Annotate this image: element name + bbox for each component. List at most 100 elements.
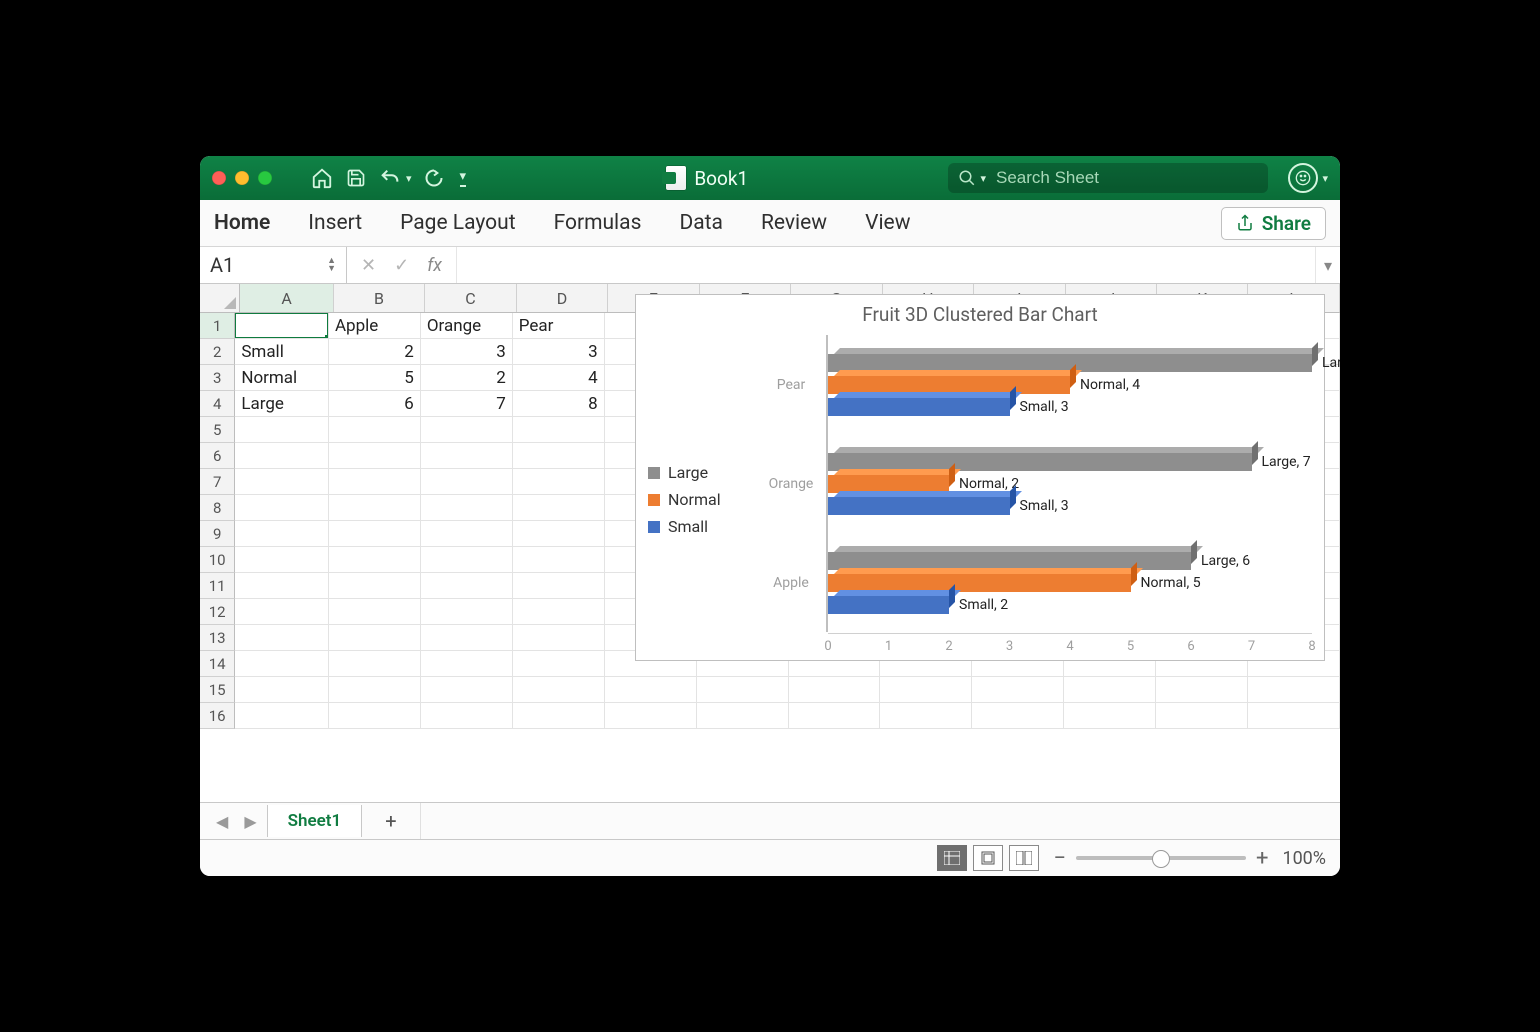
zoom-value[interactable]: 100% bbox=[1282, 848, 1326, 869]
row-header-2[interactable]: 2 bbox=[200, 339, 235, 365]
cell-B16[interactable] bbox=[329, 703, 421, 729]
row-header-11[interactable]: 11 bbox=[200, 573, 235, 599]
minimize-window-button[interactable] bbox=[235, 171, 249, 185]
cell-A6[interactable] bbox=[235, 443, 329, 469]
cell-E15[interactable] bbox=[605, 677, 697, 703]
name-box-stepper[interactable]: ▲▼ bbox=[327, 257, 336, 273]
cell-A2[interactable]: Small bbox=[235, 339, 329, 365]
cell-C10[interactable] bbox=[421, 547, 513, 573]
cell-C3[interactable]: 2 bbox=[421, 365, 513, 391]
cell-B5[interactable] bbox=[329, 417, 421, 443]
cell-C2[interactable]: 3 bbox=[421, 339, 513, 365]
cell-F15[interactable] bbox=[697, 677, 789, 703]
customize-qat-icon[interactable]: ▾ bbox=[460, 169, 467, 187]
row-header-13[interactable]: 13 bbox=[200, 625, 235, 651]
cell-B9[interactable] bbox=[329, 521, 421, 547]
cell-C15[interactable] bbox=[421, 677, 513, 703]
cell-C11[interactable] bbox=[421, 573, 513, 599]
zoom-slider-thumb[interactable] bbox=[1152, 850, 1170, 868]
cell-B11[interactable] bbox=[329, 573, 421, 599]
row-header-8[interactable]: 8 bbox=[200, 495, 235, 521]
cell-B1[interactable]: Apple bbox=[329, 313, 421, 339]
cell-A15[interactable] bbox=[235, 677, 329, 703]
zoom-slider[interactable] bbox=[1076, 856, 1246, 860]
cancel-formula-icon[interactable]: ✕ bbox=[361, 255, 376, 276]
col-header-B[interactable]: B bbox=[334, 284, 425, 312]
tab-formulas[interactable]: Formulas bbox=[554, 211, 642, 235]
cell-C5[interactable] bbox=[421, 417, 513, 443]
cell-A12[interactable] bbox=[235, 599, 329, 625]
cell-D6[interactable] bbox=[513, 443, 605, 469]
cell-L15[interactable] bbox=[1248, 677, 1340, 703]
cell-D7[interactable] bbox=[513, 469, 605, 495]
row-header-1[interactable]: 1 bbox=[200, 313, 235, 339]
cell-B4[interactable]: 6 bbox=[329, 391, 421, 417]
cell-D1[interactable]: Pear bbox=[513, 313, 605, 339]
row-header-7[interactable]: 7 bbox=[200, 469, 235, 495]
row-header-6[interactable]: 6 bbox=[200, 443, 235, 469]
cell-A3[interactable]: Normal bbox=[235, 365, 329, 391]
cell-D16[interactable] bbox=[513, 703, 605, 729]
cell-H16[interactable] bbox=[880, 703, 972, 729]
cell-D5[interactable] bbox=[513, 417, 605, 443]
cell-C13[interactable] bbox=[421, 625, 513, 651]
cell-A9[interactable] bbox=[235, 521, 329, 547]
cell-B8[interactable] bbox=[329, 495, 421, 521]
cell-A11[interactable] bbox=[235, 573, 329, 599]
tab-view[interactable]: View bbox=[865, 211, 910, 235]
add-sheet-button[interactable]: + bbox=[366, 802, 415, 840]
cell-B10[interactable] bbox=[329, 547, 421, 573]
share-button[interactable]: Share bbox=[1221, 207, 1326, 240]
cell-D3[interactable]: 4 bbox=[513, 365, 605, 391]
undo-dropdown-icon[interactable]: ▾ bbox=[406, 172, 412, 185]
cell-A5[interactable] bbox=[235, 417, 329, 443]
cell-B6[interactable] bbox=[329, 443, 421, 469]
cell-E16[interactable] bbox=[605, 703, 697, 729]
cell-A14[interactable] bbox=[235, 651, 329, 677]
cell-A8[interactable] bbox=[235, 495, 329, 521]
view-normal-icon[interactable] bbox=[937, 845, 967, 871]
cell-C16[interactable] bbox=[421, 703, 513, 729]
cell-D11[interactable] bbox=[513, 573, 605, 599]
search-dropdown-icon[interactable]: ▾ bbox=[980, 172, 986, 185]
cell-I16[interactable] bbox=[972, 703, 1064, 729]
sheet-nav-prev-icon[interactable]: ◀ bbox=[210, 808, 234, 835]
save-icon[interactable] bbox=[344, 166, 368, 190]
cell-K16[interactable] bbox=[1156, 703, 1248, 729]
select-all-corner[interactable] bbox=[200, 284, 240, 312]
cell-B15[interactable] bbox=[329, 677, 421, 703]
row-header-14[interactable]: 14 bbox=[200, 651, 235, 677]
cell-L16[interactable] bbox=[1248, 703, 1340, 729]
cell-C6[interactable] bbox=[421, 443, 513, 469]
cell-D12[interactable] bbox=[513, 599, 605, 625]
cell-I15[interactable] bbox=[972, 677, 1064, 703]
view-page-layout-icon[interactable] bbox=[973, 845, 1003, 871]
cell-A4[interactable]: Large bbox=[235, 391, 329, 417]
zoom-out-button[interactable]: − bbox=[1053, 846, 1066, 871]
undo-icon[interactable] bbox=[378, 166, 402, 190]
tab-home[interactable]: Home bbox=[214, 211, 270, 235]
feedback-icon[interactable] bbox=[1288, 163, 1318, 193]
cell-D2[interactable]: 3 bbox=[513, 339, 605, 365]
sheet-tab-sheet1[interactable]: Sheet1 bbox=[267, 805, 363, 837]
cell-J16[interactable] bbox=[1064, 703, 1156, 729]
cell-C1[interactable]: Orange bbox=[421, 313, 513, 339]
cell-D8[interactable] bbox=[513, 495, 605, 521]
cell-B13[interactable] bbox=[329, 625, 421, 651]
cell-C9[interactable] bbox=[421, 521, 513, 547]
cell-D4[interactable]: 8 bbox=[513, 391, 605, 417]
cell-A1[interactable] bbox=[235, 313, 329, 339]
cell-B2[interactable]: 2 bbox=[329, 339, 421, 365]
fx-label[interactable]: fx bbox=[427, 255, 442, 276]
cell-C14[interactable] bbox=[421, 651, 513, 677]
embedded-chart[interactable]: Fruit 3D Clustered Bar Chart Large Norma… bbox=[635, 294, 1325, 661]
row-header-5[interactable]: 5 bbox=[200, 417, 235, 443]
tab-page-layout[interactable]: Page Layout bbox=[400, 211, 515, 235]
zoom-window-button[interactable] bbox=[258, 171, 272, 185]
redo-icon[interactable] bbox=[422, 166, 446, 190]
accept-formula-icon[interactable]: ✓ bbox=[394, 255, 409, 276]
cell-A7[interactable] bbox=[235, 469, 329, 495]
zoom-in-button[interactable]: + bbox=[1256, 846, 1268, 871]
row-header-10[interactable]: 10 bbox=[200, 547, 235, 573]
cell-C7[interactable] bbox=[421, 469, 513, 495]
